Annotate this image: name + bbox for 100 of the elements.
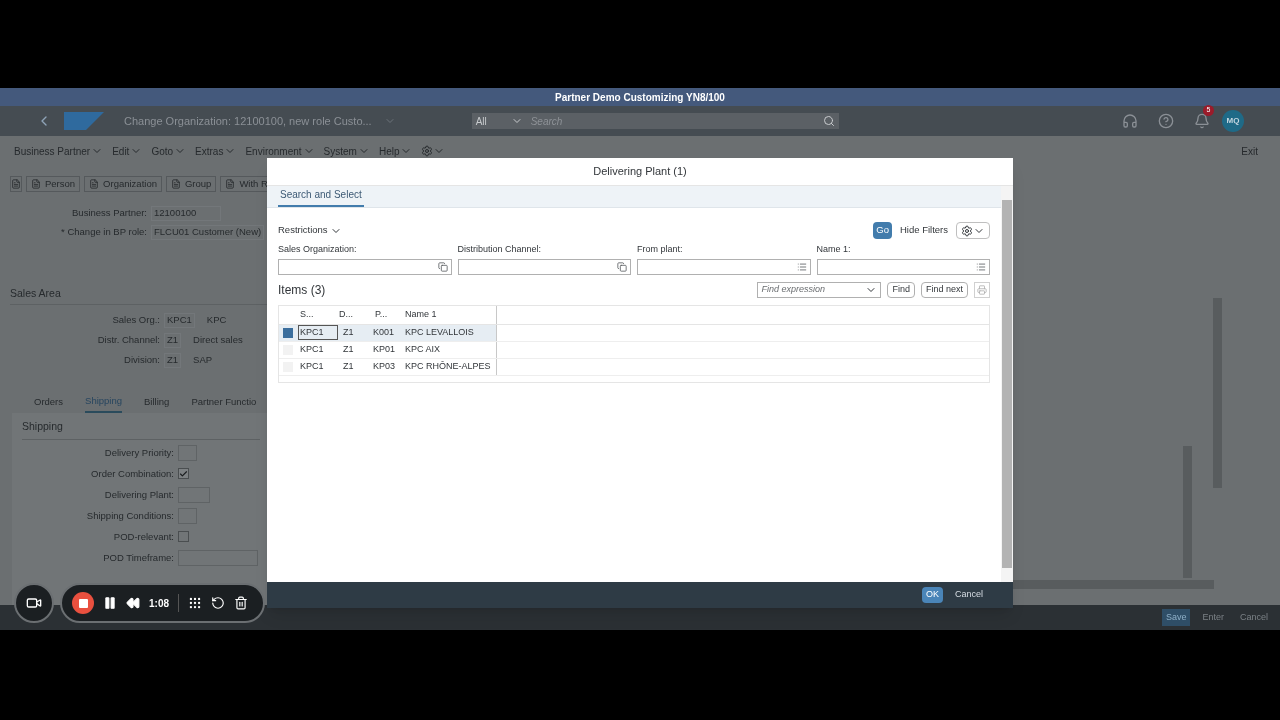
settings-menu[interactable] — [421, 145, 446, 157]
pause-icon[interactable] — [103, 596, 117, 610]
filter-label: Distribution Channel: — [457, 243, 543, 256]
field-value[interactable]: Z1 — [164, 332, 182, 348]
table-cell-text: KPC LEVALLOIS — [405, 325, 474, 339]
document-icon — [171, 179, 181, 189]
tab[interactable]: Search and Select — [278, 187, 364, 207]
menu-item[interactable]: Environment — [245, 143, 315, 159]
list-icon[interactable] — [796, 261, 807, 272]
footer-button[interactable]: Cancel — [1236, 608, 1272, 627]
field-label: POD-relevant: — [112, 529, 174, 544]
table-cell-text: Z1 — [342, 359, 355, 373]
search-button[interactable] — [818, 113, 839, 129]
page-title: Change Organization: 12100100, new role Custo... — [124, 113, 372, 129]
avatar[interactable]: MQ — [1222, 110, 1244, 132]
field-label: * Change in BP role: — [60, 225, 147, 240]
field-value[interactable]: Z1 — [164, 352, 182, 368]
cancel-button[interactable]: Cancel — [951, 587, 987, 603]
field-label: Sales Org.: — [111, 313, 160, 328]
field-label: POD Timeframe: — [102, 550, 174, 565]
restart-icon[interactable] — [211, 596, 225, 610]
delete-icon[interactable] — [234, 596, 248, 610]
logo-icon — [64, 112, 104, 130]
camera-icon — [26, 595, 42, 611]
search-scope[interactable]: All — [471, 113, 527, 129]
toolbar-button[interactable]: Organization — [84, 176, 162, 192]
field-description: SAP — [193, 353, 213, 368]
table-cell-text: KP03 — [372, 359, 397, 373]
field-label: Business Partner: — [71, 206, 147, 221]
rewind-icon[interactable] — [126, 596, 140, 610]
settings-icon — [961, 224, 973, 237]
stop-button[interactable] — [72, 592, 94, 614]
field-value[interactable]: FLCU01 Customer (New) — [151, 225, 265, 240]
toolbar-button[interactable] — [10, 176, 22, 192]
filter-field[interactable] — [457, 258, 631, 275]
field-label: Distr. Channel: — [96, 333, 160, 348]
window-title: Partner Demo Customizing YN8/100 — [555, 90, 725, 105]
row-selector[interactable] — [283, 327, 293, 338]
settings-button[interactable] — [956, 222, 990, 239]
field-label: Order Combination: — [90, 466, 174, 481]
section-title: Shipping — [22, 419, 260, 440]
menu-item[interactable]: Edit — [112, 143, 143, 159]
menu-item[interactable]: Business Partner — [14, 143, 104, 159]
copy-icon[interactable] — [437, 261, 448, 272]
table-cell-text: Z1 — [342, 342, 355, 356]
document-icon — [89, 179, 100, 189]
go-button[interactable]: Go — [873, 222, 892, 239]
copy-icon[interactable] — [617, 261, 627, 272]
headset-icon[interactable] — [1122, 113, 1138, 129]
filter-label: Sales Organization: — [278, 243, 358, 256]
field-value[interactable]: 12100100 — [151, 206, 221, 221]
restrictions-toggle[interactable]: Restrictions — [278, 223, 342, 238]
field-label: Delivery Priority: — [103, 445, 174, 460]
toolbar-button[interactable]: Group — [166, 176, 217, 192]
checkbox[interactable] — [178, 531, 189, 543]
menu-item[interactable]: Help — [378, 143, 413, 159]
menu-item[interactable]: System — [323, 143, 370, 159]
print-button[interactable] — [974, 281, 990, 298]
filter-field[interactable] — [816, 258, 990, 275]
check-icon — [179, 468, 188, 479]
find-button[interactable]: Find — [887, 281, 915, 298]
table-cell-text: K001 — [372, 325, 396, 339]
notification-icon[interactable] — [1194, 113, 1210, 129]
find-button[interactable]: Find next — [920, 281, 968, 298]
help-icon[interactable] — [1158, 113, 1174, 129]
hide-filters-button[interactable]: Hide Filters — [899, 223, 948, 238]
menu-item[interactable]: Extras — [195, 143, 237, 159]
toolbar-button[interactable]: Person — [26, 176, 81, 192]
table-cell-text: Z1 — [342, 325, 355, 339]
field-label: Delivering Plant: — [103, 487, 174, 502]
filter-label: From plant: — [637, 243, 684, 256]
table-cell-text: KP01 — [372, 342, 397, 356]
document-icon — [11, 179, 21, 189]
settings-icon — [421, 145, 434, 157]
tab[interactable]: Orders — [34, 393, 64, 413]
tab[interactable]: Billing — [144, 393, 170, 413]
column-header: S... — [299, 307, 315, 321]
column-header: D... — [338, 307, 354, 321]
search-icon — [822, 115, 835, 127]
tab[interactable]: Partner Functio — [191, 393, 257, 413]
stop-icon — [78, 598, 88, 608]
grid-icon[interactable] — [188, 596, 202, 610]
ok-button[interactable]: OK — [921, 587, 943, 603]
document-icon — [225, 179, 236, 189]
find-field[interactable]: Find expression — [757, 281, 882, 298]
list-icon[interactable] — [976, 261, 986, 272]
field-value[interactable]: KPC1 — [164, 312, 195, 328]
filter-field[interactable] — [637, 258, 811, 275]
document-icon — [31, 179, 41, 189]
filter-label: Name 1: — [816, 243, 852, 256]
table-cell-text: KPC1 — [299, 359, 325, 373]
checkbox[interactable] — [178, 468, 189, 480]
table-cell-text: KPC RHÔNE-ALPES — [405, 359, 491, 373]
table-cell-text: KPC AIX — [405, 342, 440, 356]
field-label: Division: — [123, 353, 160, 368]
filter-field[interactable] — [278, 258, 452, 275]
footer-button[interactable]: Enter — [1198, 608, 1228, 627]
menu-item[interactable]: Goto — [151, 143, 187, 159]
exit-button[interactable]: Exit — [1241, 143, 1258, 159]
find-input[interactable]: Find expression — [761, 282, 866, 297]
